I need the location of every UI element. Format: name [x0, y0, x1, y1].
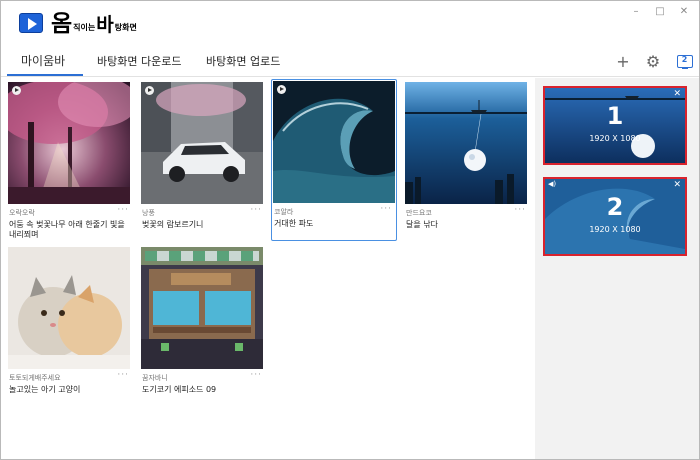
wallpaper-title: 벚꽃의 람보르기니	[142, 220, 204, 229]
tab-upload[interactable]: 바탕화면 업로드	[206, 53, 280, 69]
wallpaper-card[interactable]: 오락오락 ··· 어둠 속 벚꽃나무 아래 한줄기 빛을 내리쬐며	[7, 81, 133, 243]
wallpaper-title: 어둠 속 벚꽃나무 아래 한줄기 빛을 내리쬐며	[9, 220, 125, 239]
speaker-icon[interactable]: ◀)	[548, 180, 556, 188]
app-logo-icon	[19, 13, 43, 33]
wallpaper-thumbnail[interactable]	[8, 82, 130, 204]
play-icon	[12, 86, 21, 95]
monitor-panel: ✕ 1 1920 X 1080 ◀) ✕ 2 1920 X 1080	[535, 78, 699, 459]
monitor-number: 2	[606, 193, 624, 221]
wallpaper-title: 거대한 파도	[274, 219, 314, 228]
monitor-count: 2	[681, 55, 688, 64]
more-options-icon[interactable]: ···	[117, 370, 129, 380]
wallpaper-author: 오락오락	[9, 209, 35, 217]
wallpaper-author: 꿈자바니	[142, 374, 168, 382]
monitor-2-preview[interactable]: ◀) ✕ 2 1920 X 1080	[543, 177, 687, 256]
wallpaper-thumbnail[interactable]	[8, 247, 130, 369]
logo-small-2: 탕화면	[114, 23, 137, 32]
wallpaper-card[interactable]: 토토되게배주세요 ··· 놀고있는 아기 고양이	[7, 246, 133, 408]
more-options-icon[interactable]: ···	[514, 205, 526, 215]
maximize-button[interactable]: □	[651, 5, 669, 19]
logo-char-2: 바	[96, 14, 114, 36]
wallpaper-card[interactable]: 만드요코 ··· 달을 낚다	[404, 81, 530, 243]
app-window: 옴 직이는 바 탕화면 – □ ✕ 마이움바 바탕화면 다운로드 바탕화면 업로…	[0, 0, 700, 460]
title-bar: 옴 직이는 바 탕화면 – □ ✕	[1, 1, 699, 45]
wallpaper-thumbnail[interactable]	[141, 82, 263, 204]
plus-icon[interactable]: +	[613, 52, 633, 72]
monitor-number: 1	[606, 102, 624, 130]
wallpaper-title: 놀고있는 아기 고양이	[9, 385, 81, 394]
more-options-icon[interactable]: ···	[117, 205, 129, 215]
wallpaper-author: 낭풍	[142, 209, 155, 217]
play-icon	[145, 86, 154, 95]
more-options-icon[interactable]: ···	[380, 204, 392, 214]
logo-char-1: 옴	[51, 11, 73, 37]
gear-icon[interactable]: ⚙	[643, 52, 663, 72]
monitor-icon[interactable]: 2	[677, 55, 693, 69]
logo-small-1: 직이는	[73, 23, 96, 32]
tab-bar: 마이움바 바탕화면 다운로드 바탕화면 업로드 + ⚙	[1, 45, 699, 77]
monitor-1-preview[interactable]: ✕ 1 1920 X 1080	[543, 86, 687, 165]
wallpaper-card[interactable]: 코알라 ··· 거대한 파도	[271, 79, 397, 241]
wallpaper-grid: 오락오락 ··· 어둠 속 벚꽃나무 아래 한줄기 빛을 내리쬐며 낭풍 ···…	[1, 78, 535, 459]
wallpaper-thumbnail[interactable]	[405, 82, 527, 204]
app-logo-text: 옴 직이는 바 탕화면	[51, 7, 138, 37]
wallpaper-title: 달을 낚다	[406, 220, 438, 229]
close-icon[interactable]: ✕	[673, 180, 681, 190]
more-options-icon[interactable]: ···	[250, 370, 262, 380]
wallpaper-card[interactable]: 꿈자바니 ··· 도기코기 에피소드 09	[140, 246, 266, 408]
close-icon[interactable]: ✕	[673, 89, 681, 99]
wallpaper-card[interactable]: 낭풍 ··· 벚꽃의 람보르기니	[140, 81, 266, 243]
wallpaper-title: 도기코기 에피소드 09	[142, 385, 217, 394]
minimize-button[interactable]: –	[627, 5, 645, 19]
wallpaper-author: 토토되게배주세요	[9, 374, 61, 382]
wallpaper-author: 만드요코	[406, 209, 432, 217]
monitor-resolution: 1920 X 1080	[589, 225, 641, 234]
play-icon	[277, 85, 286, 94]
wallpaper-thumbnail[interactable]	[273, 81, 395, 203]
active-tab-indicator	[7, 74, 83, 76]
close-window-button[interactable]: ✕	[675, 5, 693, 19]
tab-download[interactable]: 바탕화면 다운로드	[97, 53, 181, 69]
more-options-icon[interactable]: ···	[250, 205, 262, 215]
tab-my-umba[interactable]: 마이움바	[21, 52, 65, 69]
monitor-resolution: 1920 X 1080	[589, 134, 641, 143]
wallpaper-author: 코알라	[274, 208, 294, 216]
wallpaper-thumbnail[interactable]	[141, 247, 263, 369]
